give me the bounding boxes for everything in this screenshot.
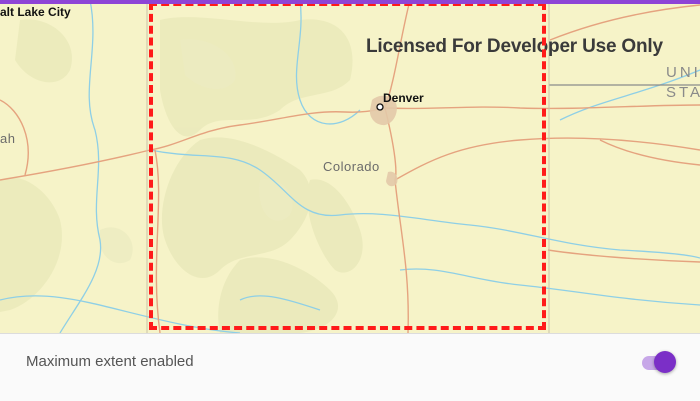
map-view[interactable]: alt Lake City Denver Colorado ah UNIT ST… bbox=[0, 0, 700, 333]
settings-panel: Maximum extent enabled bbox=[0, 333, 700, 401]
map-label-salt-lake-city: alt Lake City bbox=[0, 5, 71, 19]
map-label-utah: ah bbox=[0, 131, 16, 146]
map-label-united-states-line2: STA bbox=[666, 84, 700, 101]
map-label-united-states-line1: UNIT bbox=[666, 64, 700, 81]
max-extent-toggle[interactable] bbox=[640, 350, 676, 376]
top-accent-bar bbox=[0, 0, 700, 4]
toggle-thumb bbox=[654, 351, 676, 373]
maximum-extent-boundary bbox=[149, 2, 546, 330]
max-extent-label: Maximum extent enabled bbox=[26, 353, 194, 370]
